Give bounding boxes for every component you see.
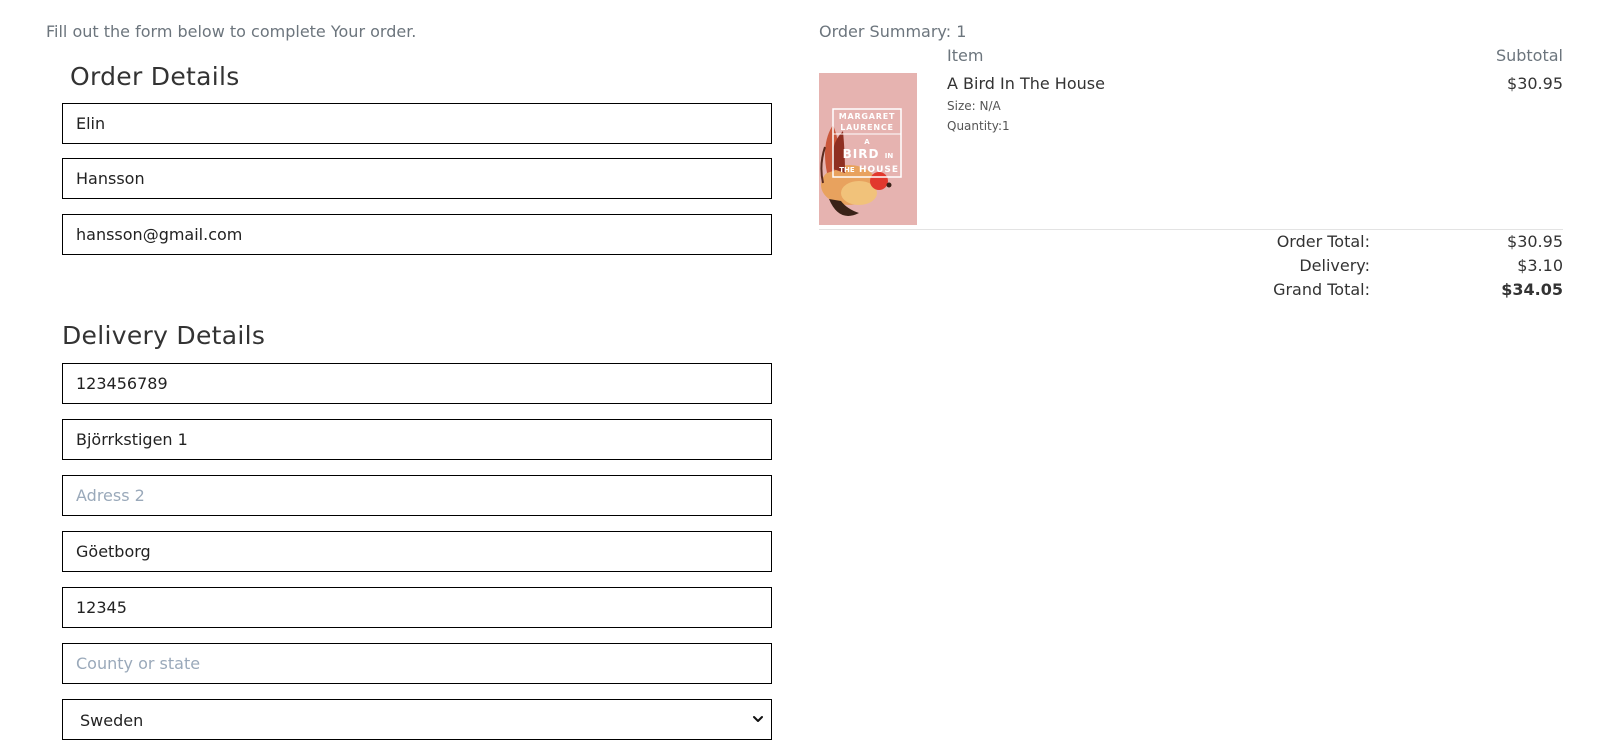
last-name-input[interactable]	[62, 158, 772, 199]
item-name[interactable]: A Bird In The House	[947, 74, 1105, 93]
item-quantity: Quantity:1	[947, 119, 1010, 133]
item-size: Size: N/A	[947, 99, 1001, 113]
grand-total-value: $34.05	[1501, 280, 1563, 299]
order-details-title: Order Details	[70, 62, 240, 91]
email-input[interactable]	[62, 214, 772, 255]
cover-title-house: HOUSE	[859, 165, 899, 175]
phone-input[interactable]	[62, 363, 772, 404]
cover-title-the: THE	[839, 166, 855, 174]
first-name-input[interactable]	[62, 103, 772, 144]
city-input[interactable]	[62, 531, 772, 572]
form-instructions: Fill out the form below to complete Your…	[46, 22, 417, 41]
cover-author-line-1: MARGARET	[839, 112, 896, 121]
cover-author-line-2: LAURENCE	[840, 123, 894, 132]
grand-total-row: Grand Total: $34.05	[819, 280, 1563, 302]
grand-total-label: Grand Total:	[1273, 280, 1370, 299]
order-total-row: Order Total: $30.95	[819, 232, 1563, 254]
delivery-row: Delivery: $3.10	[819, 256, 1563, 278]
delivery-details-title: Delivery Details	[62, 321, 266, 350]
address-line-1-input[interactable]	[62, 419, 772, 460]
cover-title-a: A	[864, 138, 870, 146]
subtotal-column-header: Subtotal	[1495, 46, 1563, 65]
item-column-header: Item	[947, 46, 984, 65]
chevron-down-icon	[753, 716, 763, 722]
county-input[interactable]	[62, 643, 772, 684]
country-select-value: Sweden	[80, 711, 144, 730]
delivery-value: $3.10	[1517, 256, 1563, 275]
country-select[interactable]: Sweden	[62, 699, 772, 740]
order-total-label: Order Total:	[1276, 232, 1370, 251]
delivery-label: Delivery:	[1299, 256, 1370, 275]
order-summary-title: Order Summary: 1	[819, 22, 967, 41]
order-total-value: $30.95	[1507, 232, 1563, 251]
summary-divider	[819, 229, 1563, 230]
cover-title-bird: BIRD	[843, 147, 880, 161]
item-subtotal: $30.95	[1507, 74, 1563, 93]
cover-title-in: IN	[885, 152, 894, 160]
postcode-input[interactable]	[62, 587, 772, 628]
address-line-2-input[interactable]	[62, 475, 772, 516]
book-cover-image[interactable]: MARGARET LAURENCE A BIRD IN THE HOUSE	[819, 73, 917, 225]
